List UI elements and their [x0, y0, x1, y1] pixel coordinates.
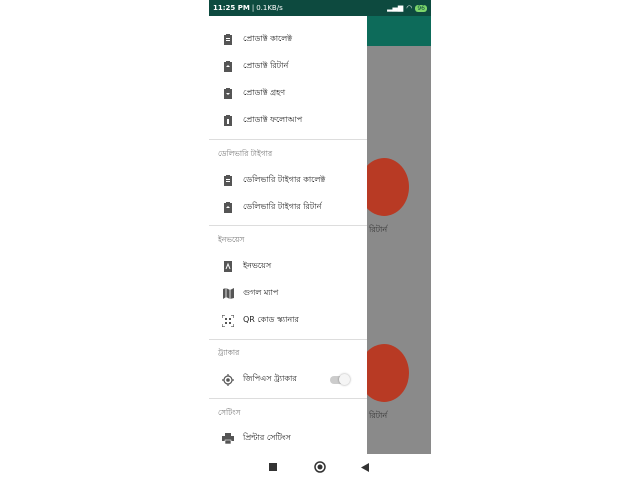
recents-button[interactable]	[266, 460, 280, 474]
drawer-item-label: প্রোডাক্ট গ্রহণ	[243, 88, 286, 97]
divider	[209, 398, 367, 399]
back-button[interactable]	[358, 460, 372, 474]
drawer-item-label: প্রিন্টার সেটিংস	[243, 433, 291, 442]
drawer-item-invoice[interactable]: ইনভয়েস	[209, 253, 367, 280]
drawer-item-qr-scanner[interactable]: QR কোড স্ক্যানার	[209, 307, 367, 334]
map-icon	[222, 288, 234, 300]
status-speed: 0.1KB/s	[256, 4, 283, 12]
drawer-item-product-receive[interactable]: প্রোডাক্ট গ্রহণ	[209, 80, 367, 107]
status-time: 11:25 PM	[213, 4, 250, 12]
toggle-knob	[339, 374, 350, 385]
background-label-2: রিটার্ন	[369, 411, 388, 420]
section-header-settings: সেটিংস	[218, 408, 241, 417]
divider	[209, 339, 367, 340]
clipboard-followup-icon	[222, 115, 234, 127]
section-header-tracker: ট্র্যাকার	[218, 348, 240, 357]
signal-icon: ▂▄▆	[387, 4, 404, 12]
drawer-item-label: জিপিএস ট্র্যাকার	[243, 374, 297, 383]
divider	[209, 225, 367, 226]
background-label-1: রিটার্ন	[369, 225, 388, 234]
clipboard-return-icon	[222, 202, 234, 214]
gps-icon	[222, 373, 234, 386]
drawer-item-label: প্রোডাক্ট রিটার্ন	[243, 61, 289, 70]
drawer-item-label: ডেলিভারি টাইগার কালেক্ট	[243, 175, 326, 184]
drawer-item-printer-settings[interactable]: প্রিন্টার সেটিংস	[209, 425, 367, 452]
drawer-item-label: গুগল ম্যাপ	[243, 288, 279, 297]
status-icons: ▂▄▆ ◠ 96	[387, 4, 427, 12]
clipboard-return-icon	[222, 61, 234, 73]
home-button[interactable]	[313, 460, 327, 474]
drawer-item-delivery-return[interactable]: ডেলিভারি টাইগার রিটার্ন	[209, 194, 367, 221]
drawer-item-label: QR কোড স্ক্যানার	[243, 315, 299, 324]
drawer-item-google-map[interactable]: গুগল ম্যাপ	[209, 280, 367, 307]
battery-icon: 96	[415, 4, 427, 12]
drawer-item-product-followup[interactable]: প্রোডাক্ট ফলোআপ	[209, 107, 367, 134]
drawer-item-delivery-collect[interactable]: ডেলিভারি টাইগার কালেক্ট	[209, 167, 367, 194]
system-navigation-bar	[209, 454, 431, 480]
drawer-item-product-return[interactable]: প্রোডাক্ট রিটার্ন	[209, 53, 367, 80]
phone-screen: 11:25 PM | 0.1KB/s ▂▄▆ ◠ 96 রিটার্ন রিটা…	[209, 0, 431, 480]
drawer-item-product-collect[interactable]: প্রোডাক্ট কালেক্ট	[209, 26, 367, 53]
gps-tracker-toggle[interactable]	[330, 374, 350, 385]
section-header-delivery: ডেলিভারি টাইগার	[218, 149, 273, 158]
pdf-icon	[222, 261, 234, 273]
drawer-item-label: ডেলিভারি টাইগার রিটার্ন	[243, 202, 322, 211]
status-bar: 11:25 PM | 0.1KB/s ▂▄▆ ◠ 96	[209, 0, 431, 16]
wifi-icon: ◠	[406, 4, 413, 12]
navigation-drawer: প্রোডাক্ট কালেক্ট প্রোডাক্ট রিটার্ন প্রো…	[209, 16, 367, 454]
divider	[209, 139, 367, 140]
clipboard-icon	[222, 175, 234, 187]
drawer-item-label: প্রোডাক্ট ফলোআপ	[243, 115, 303, 124]
section-header-invoice: ইনভয়েস	[218, 235, 245, 244]
drawer-item-label: প্রোডাক্ট কালেক্ট	[243, 34, 293, 43]
drawer-item-label: ইনভয়েস	[243, 261, 272, 270]
clipboard-icon	[222, 34, 234, 46]
drawer-item-gps-tracker[interactable]: জিপিএস ট্র্যাকার	[209, 366, 367, 393]
printer-icon	[222, 433, 234, 445]
clipboard-receive-icon	[222, 88, 234, 100]
qr-scanner-icon	[222, 314, 234, 327]
